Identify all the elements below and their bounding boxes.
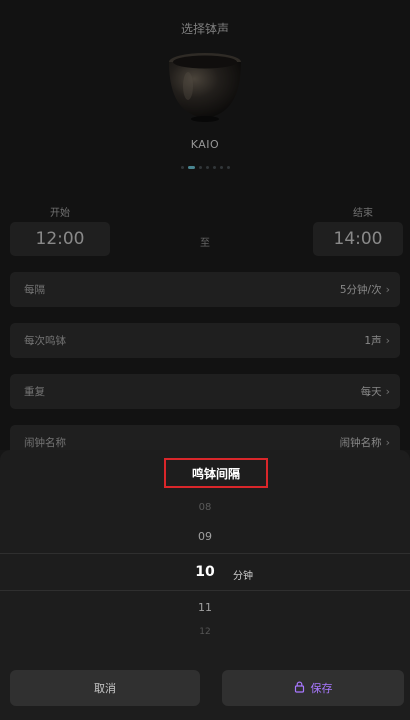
picker-option[interactable]: 11 <box>0 601 410 614</box>
modal-backdrop[interactable] <box>0 0 410 450</box>
cancel-button[interactable]: 取消 <box>10 670 200 706</box>
picker-option-selected[interactable]: 10 <box>0 564 410 580</box>
cancel-label: 取消 <box>94 682 116 695</box>
alarm-settings-page: 选择钵声 KAIO 开始 12:00 至 结束 14:00 每隔 5分钟/次 ›… <box>0 0 410 720</box>
picker-option[interactable]: 09 <box>0 530 410 543</box>
save-button[interactable]: 保存 <box>222 670 404 706</box>
picker-option[interactable]: 08 <box>0 502 410 513</box>
picker-unit-label: 分钟 <box>233 571 253 582</box>
interval-picker-sheet: 鸣钵间隔 08 09 10 分钟 11 12 取消 保存 <box>0 450 410 720</box>
sheet-title: 鸣钵间隔 <box>164 458 268 488</box>
lock-icon <box>294 681 305 696</box>
save-label: 保存 <box>310 682 333 695</box>
picker-option[interactable]: 12 <box>0 627 410 637</box>
picker-divider <box>0 553 410 554</box>
picker-divider <box>0 590 410 591</box>
